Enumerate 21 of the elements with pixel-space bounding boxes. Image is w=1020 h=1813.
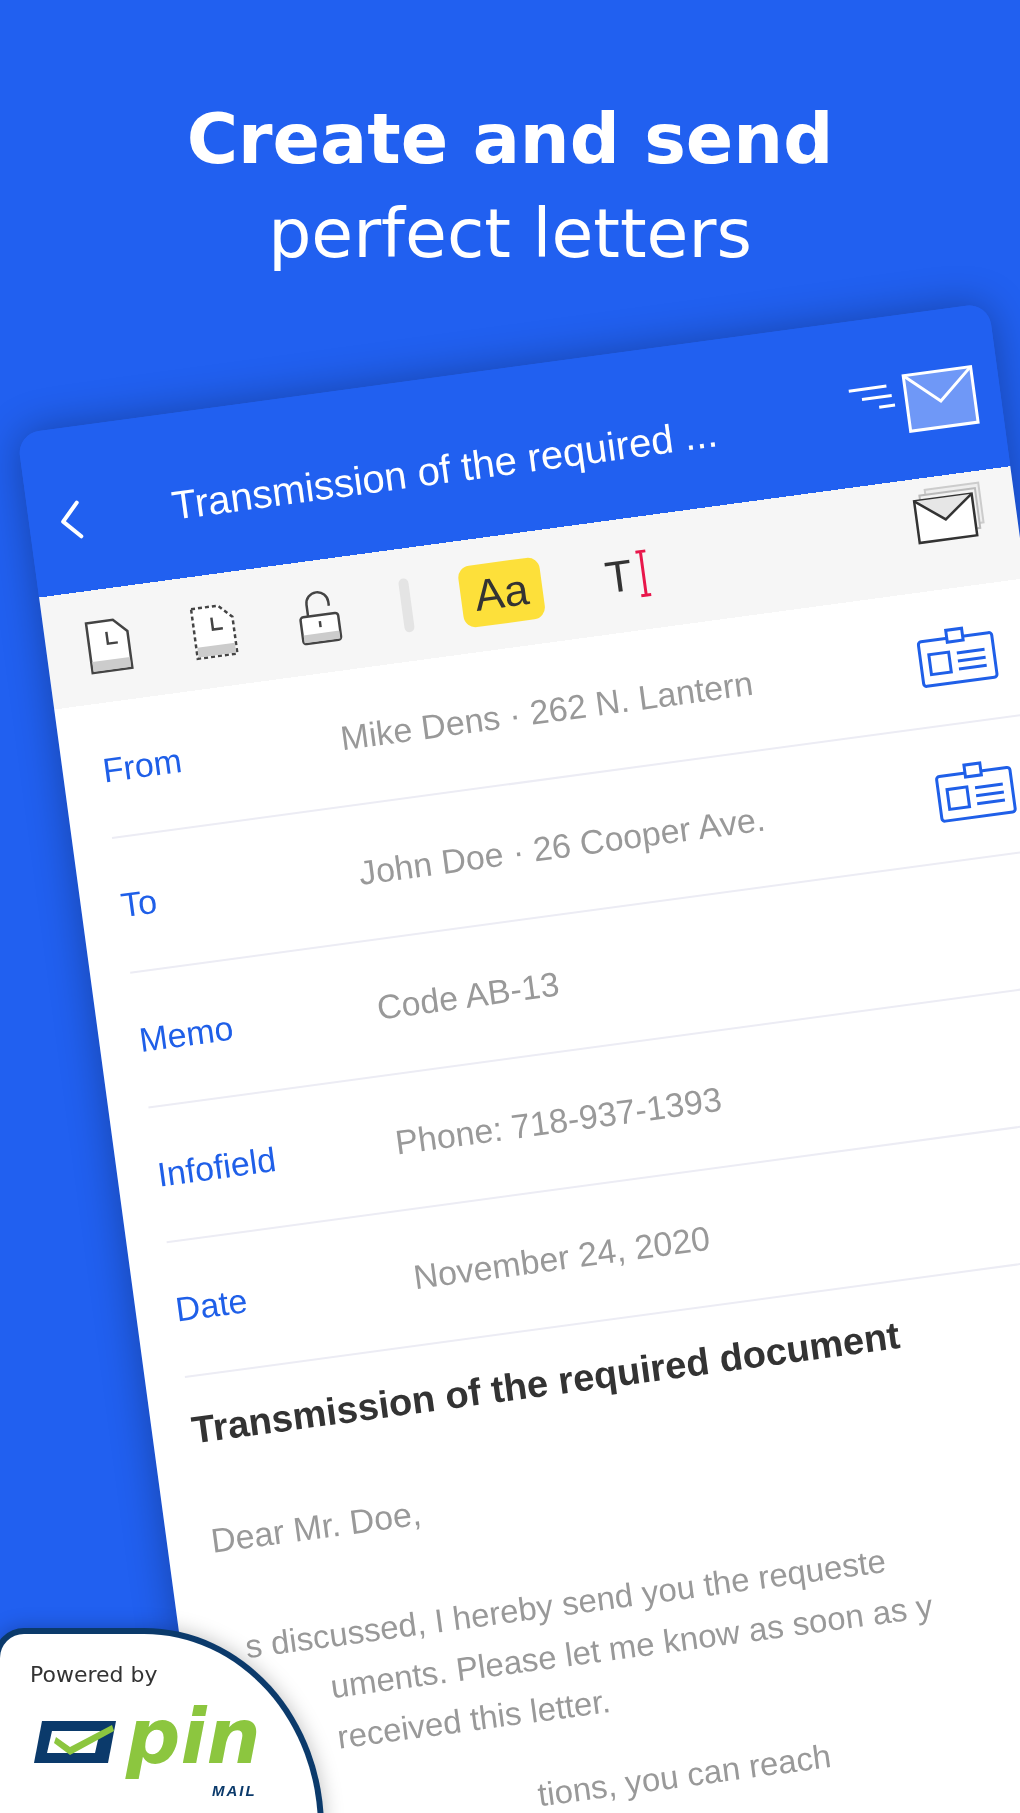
field-label: To: [118, 880, 161, 925]
logo-wordmark: pin: [126, 1691, 262, 1783]
headline-subtitle: perfect letters: [267, 193, 753, 275]
field-label: From: [100, 739, 185, 790]
field-value[interactable]: Phone: 718-937-1393: [393, 1081, 724, 1160]
field-value[interactable]: John Doe · 26 Cooper Ave.: [356, 801, 768, 890]
text-cursor-button[interactable]: T: [597, 543, 641, 610]
headline-title: Create and send: [186, 97, 834, 182]
letter-title: Transmission of the required ...: [169, 409, 721, 529]
field-value[interactable]: Mike Dens · 262 N. Lantern: [338, 665, 755, 756]
field-label: Memo: [136, 1007, 237, 1060]
powered-by-caption: Powered by: [30, 1662, 159, 1687]
logo-subtitle: MAIL: [211, 1782, 258, 1801]
letter-salutation: Dear Mr. Doe,: [208, 1493, 424, 1561]
text-style-button[interactable]: Aa: [456, 555, 547, 629]
letter-text-line: tions, you can reach: [535, 1737, 834, 1813]
field-value[interactable]: November 24, 2020: [411, 1220, 712, 1295]
field-label: Date: [173, 1279, 251, 1329]
field-label: Infofield: [154, 1138, 280, 1195]
field-value[interactable]: Code AB-13: [374, 966, 562, 1025]
cursor-icon: [632, 548, 654, 598]
